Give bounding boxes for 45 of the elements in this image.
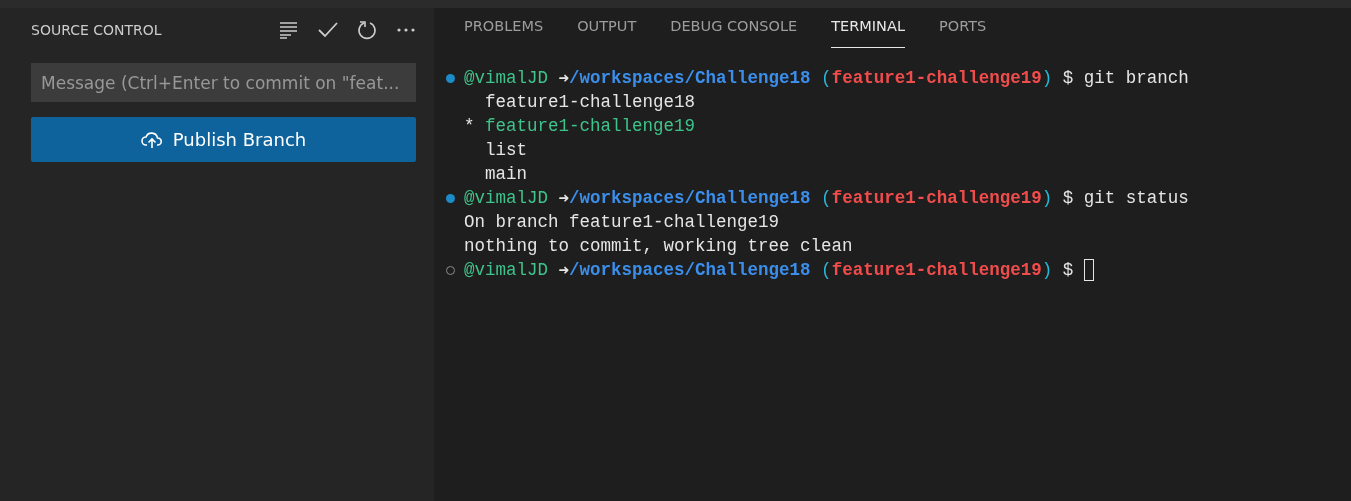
prompt-branch: feature1-challenge19 bbox=[831, 68, 1042, 88]
panel-tab[interactable]: PORTS bbox=[938, 8, 987, 48]
prompt-user: @vimalJD bbox=[464, 188, 548, 208]
prompt-user: @vimalJD bbox=[464, 68, 548, 88]
prompt-branch: feature1-challenge19 bbox=[831, 188, 1042, 208]
panel-tab[interactable]: DEBUG CONSOLE bbox=[670, 8, 798, 48]
terminal-command: git branch bbox=[1083, 68, 1189, 88]
panel-title: SOURCE CONTROL bbox=[31, 22, 162, 38]
prompt-symbol: $ bbox=[1062, 68, 1074, 88]
prompt-symbol: $ bbox=[1062, 260, 1074, 280]
terminal-output: nothing to commit, working tree clean bbox=[464, 236, 853, 256]
terminal-output: On branch feature1-challenge19 bbox=[464, 212, 780, 232]
prompt-path: /workspaces/Challenge18 bbox=[569, 260, 811, 280]
command-status-icon[interactable] bbox=[446, 193, 455, 203]
checkmark-icon[interactable] bbox=[318, 21, 338, 39]
more-icon[interactable] bbox=[396, 27, 416, 33]
prompt-paren: ) bbox=[1041, 68, 1053, 88]
prompt-branch: feature1-challenge19 bbox=[831, 260, 1042, 280]
panel-tab[interactable]: TERMINAL bbox=[831, 8, 905, 48]
prompt-paren: ) bbox=[1041, 188, 1053, 208]
prompt-path: /workspaces/Challenge18 bbox=[569, 68, 811, 88]
refresh-icon[interactable] bbox=[357, 20, 377, 40]
prompt-path: /workspaces/Challenge18 bbox=[569, 188, 811, 208]
panel-tab[interactable]: OUTPUT bbox=[577, 8, 637, 48]
cloud-upload-icon bbox=[140, 130, 163, 149]
command-status-icon[interactable] bbox=[446, 73, 455, 83]
commit-message-field[interactable]: Message (Ctrl+Enter to commit on "feat... bbox=[31, 63, 416, 102]
list-icon[interactable] bbox=[279, 21, 299, 39]
prompt-arrow: ➜ bbox=[558, 67, 570, 89]
prompt-paren: ( bbox=[821, 260, 832, 280]
branch-name: feature1-challenge18 bbox=[485, 92, 696, 112]
publish-branch-button[interactable]: Publish Branch bbox=[31, 117, 416, 162]
branch-name: list bbox=[485, 140, 527, 160]
terminal-command: git status bbox=[1083, 188, 1189, 208]
prompt-paren: ) bbox=[1041, 260, 1053, 280]
prompt-paren: ( bbox=[821, 188, 832, 208]
prompt-arrow: ➜ bbox=[558, 259, 570, 281]
prompt-symbol: $ bbox=[1062, 188, 1074, 208]
current-branch-marker: * bbox=[464, 116, 476, 136]
branch-name: feature1-challenge19 bbox=[485, 116, 696, 136]
panel-tab[interactable]: PROBLEMS bbox=[464, 8, 544, 48]
branch-name: main bbox=[485, 164, 527, 184]
prompt-paren: ( bbox=[821, 68, 832, 88]
prompt-arrow: ➜ bbox=[558, 187, 570, 209]
prompt-user: @vimalJD bbox=[464, 260, 548, 280]
